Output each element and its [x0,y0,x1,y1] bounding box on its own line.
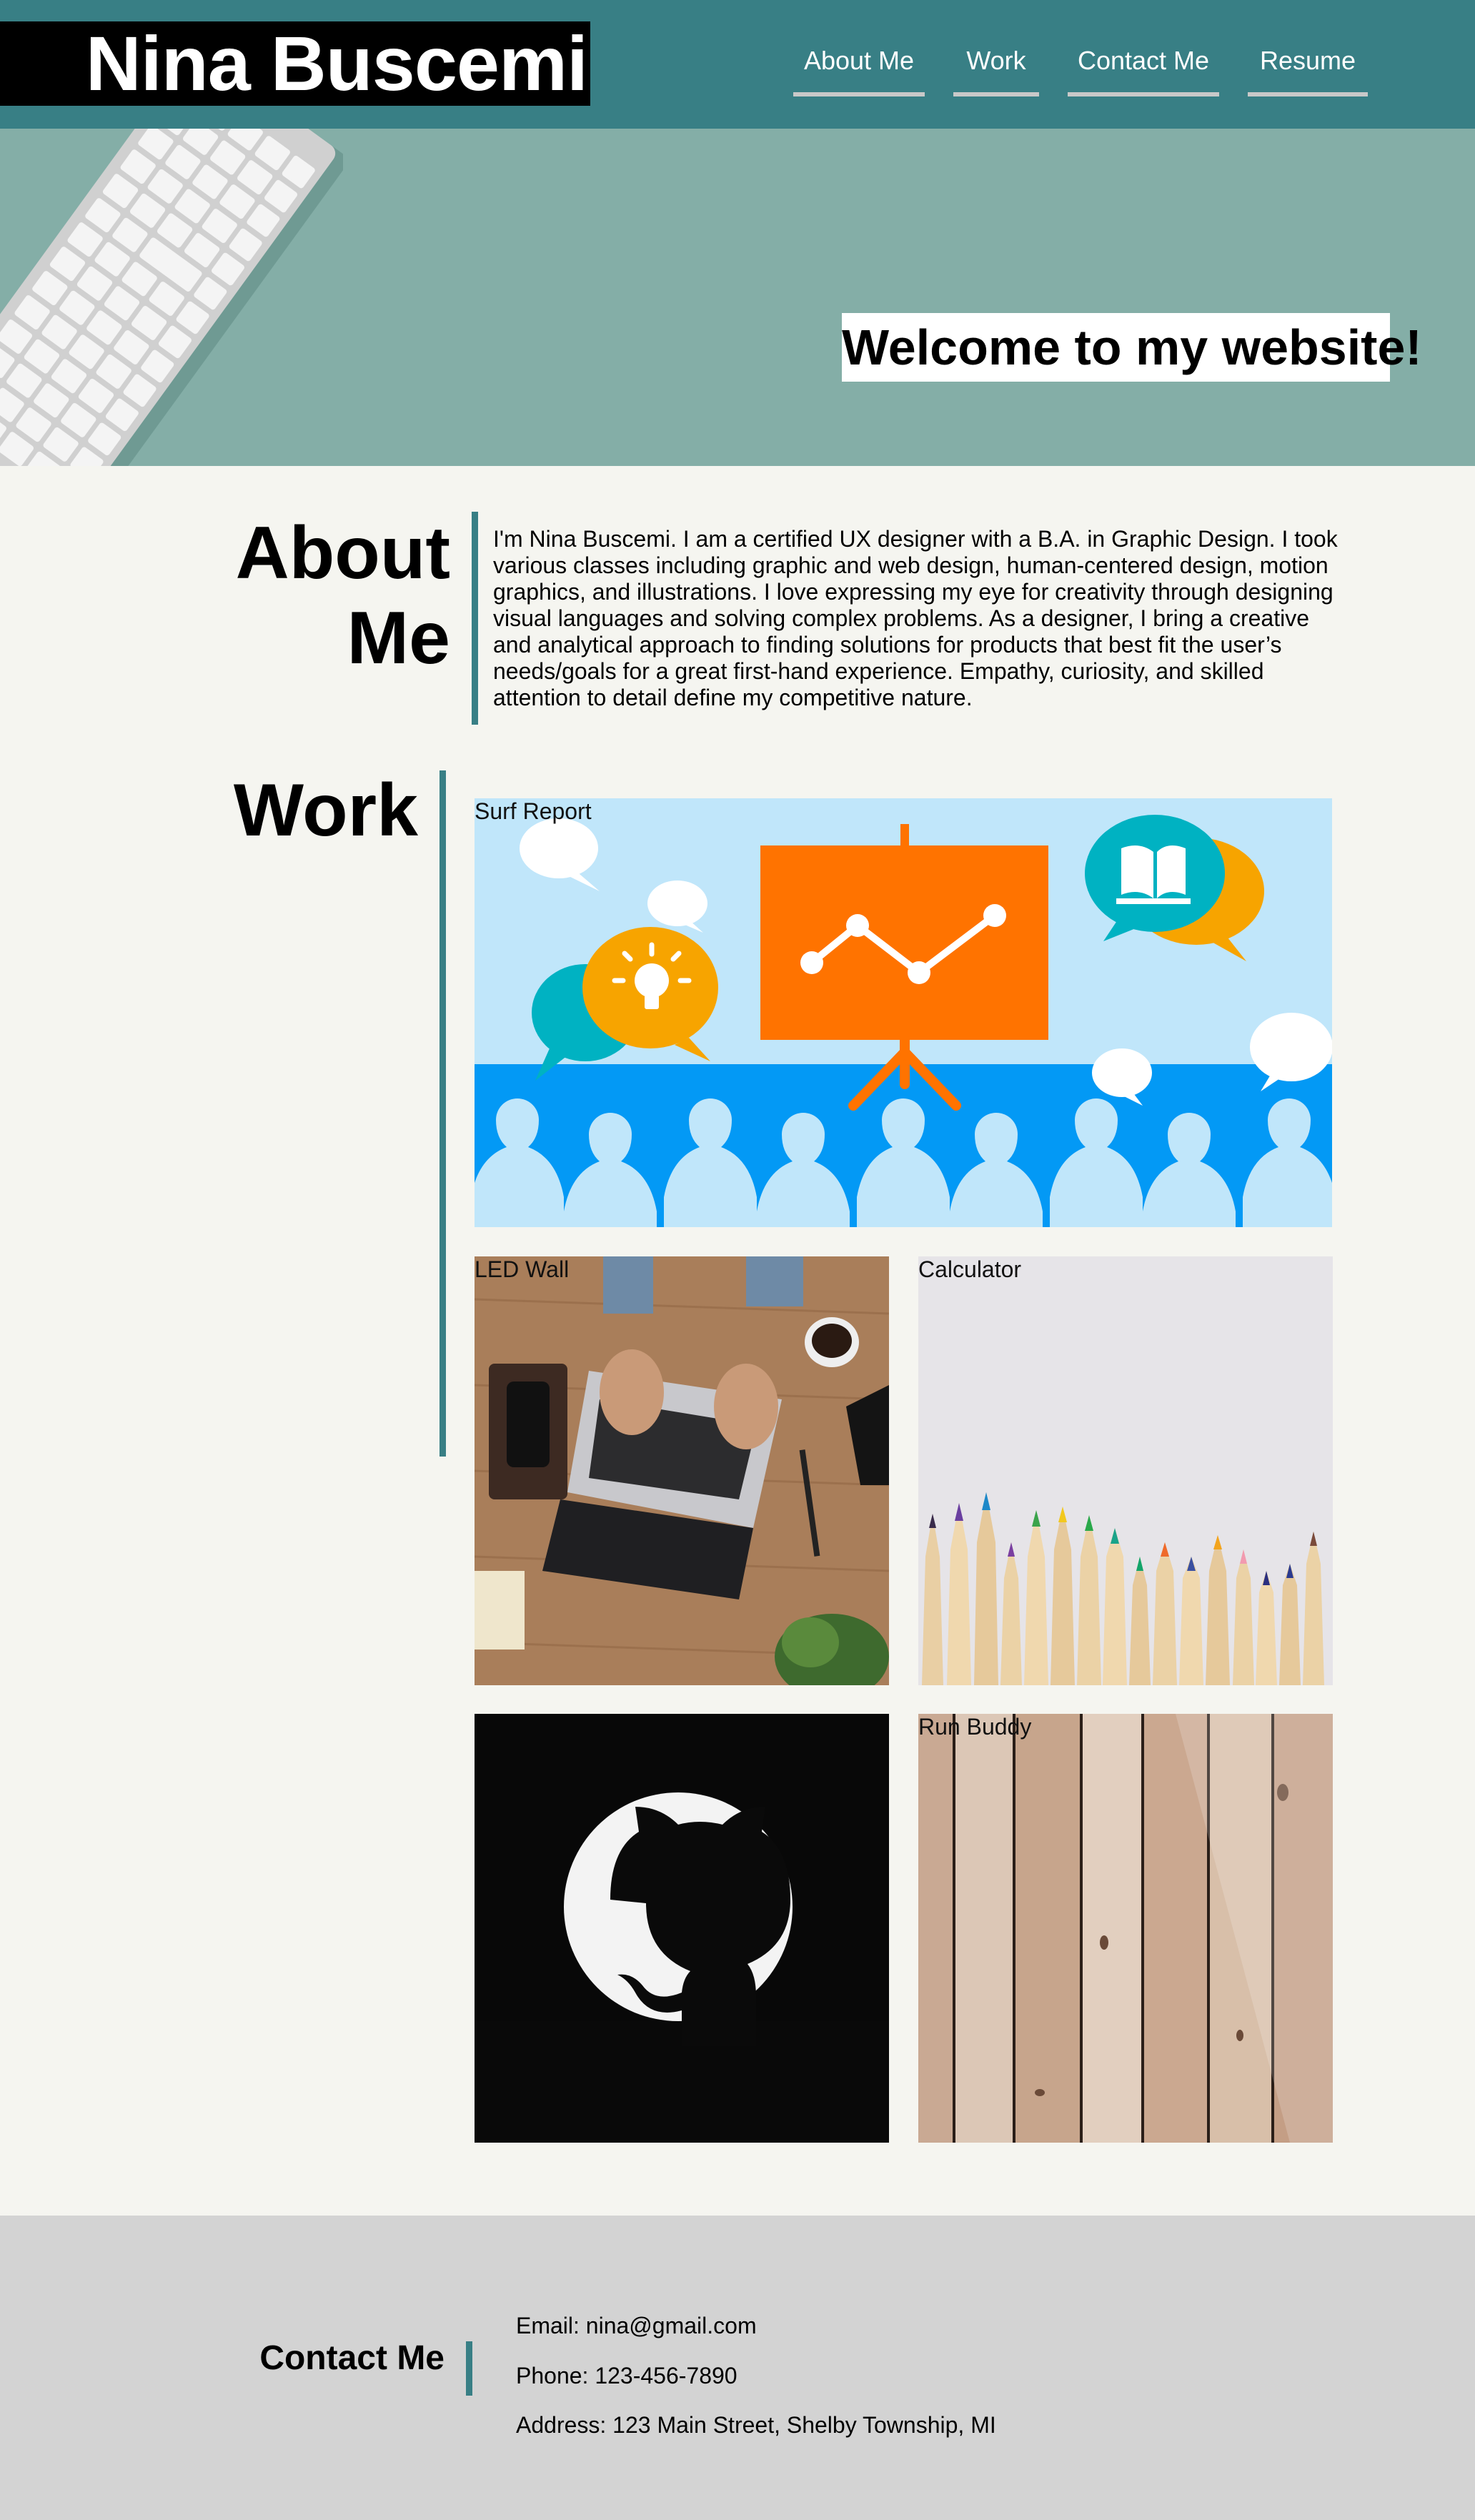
work-accent-bar [439,770,446,1457]
project-title[interactable]: Surf Report [475,798,592,824]
contact-heading: Contact Me [259,2339,445,2377]
colored-pencils-photo [918,1256,1333,1685]
contact-address: Address: 123 Main Street, Shelby Townshi… [516,2412,996,2438]
hero-banner: Welcome to my website! [0,129,1475,466]
nav-link-contact[interactable]: Contact Me [1068,39,1219,96]
work-card-led-wall[interactable]: LED Wall [475,1256,889,1685]
wood-planks-photo [918,1714,1333,2143]
github-logo [475,1714,889,2143]
site-title[interactable]: Nina Buscemi [0,21,590,106]
work-heading: Work [233,769,418,852]
main-nav: About Me Work Contact Me Resume [793,39,1396,96]
work-card-calculator[interactable]: Calculator [918,1256,1333,1685]
nav-link-work[interactable]: Work [953,39,1039,96]
work-card-github[interactable] [475,1714,889,2143]
presentation-illustration [475,798,1332,1227]
about-heading: About Me [235,512,450,680]
site-header: Nina Buscemi About Me Work Contact Me Re… [0,0,1475,129]
nav-link-resume[interactable]: Resume [1248,39,1368,96]
nav-link-about[interactable]: About Me [793,39,925,96]
work-card-run-buddy[interactable]: Run Buddy [918,1714,1333,2143]
welcome-banner: Welcome to my website! [842,313,1422,382]
about-paragraph: I'm Nina Buscemi. I am a certified UX de… [493,526,1338,710]
project-title[interactable]: Run Buddy [918,1714,1031,1740]
contact-phone[interactable]: Phone: 123-456-7890 [516,2362,738,2389]
contact-accent-bar [466,2341,472,2396]
laptop-desk-photo [475,1256,889,1685]
keyboard-image [0,129,343,466]
work-card-surf-report[interactable]: Surf Report [475,798,1332,1227]
project-title[interactable]: Calculator [918,1256,1021,1282]
contact-email[interactable]: Email: nina@gmail.com [516,2312,757,2339]
project-title[interactable]: LED Wall [475,1256,569,1282]
about-accent-bar [472,512,478,725]
